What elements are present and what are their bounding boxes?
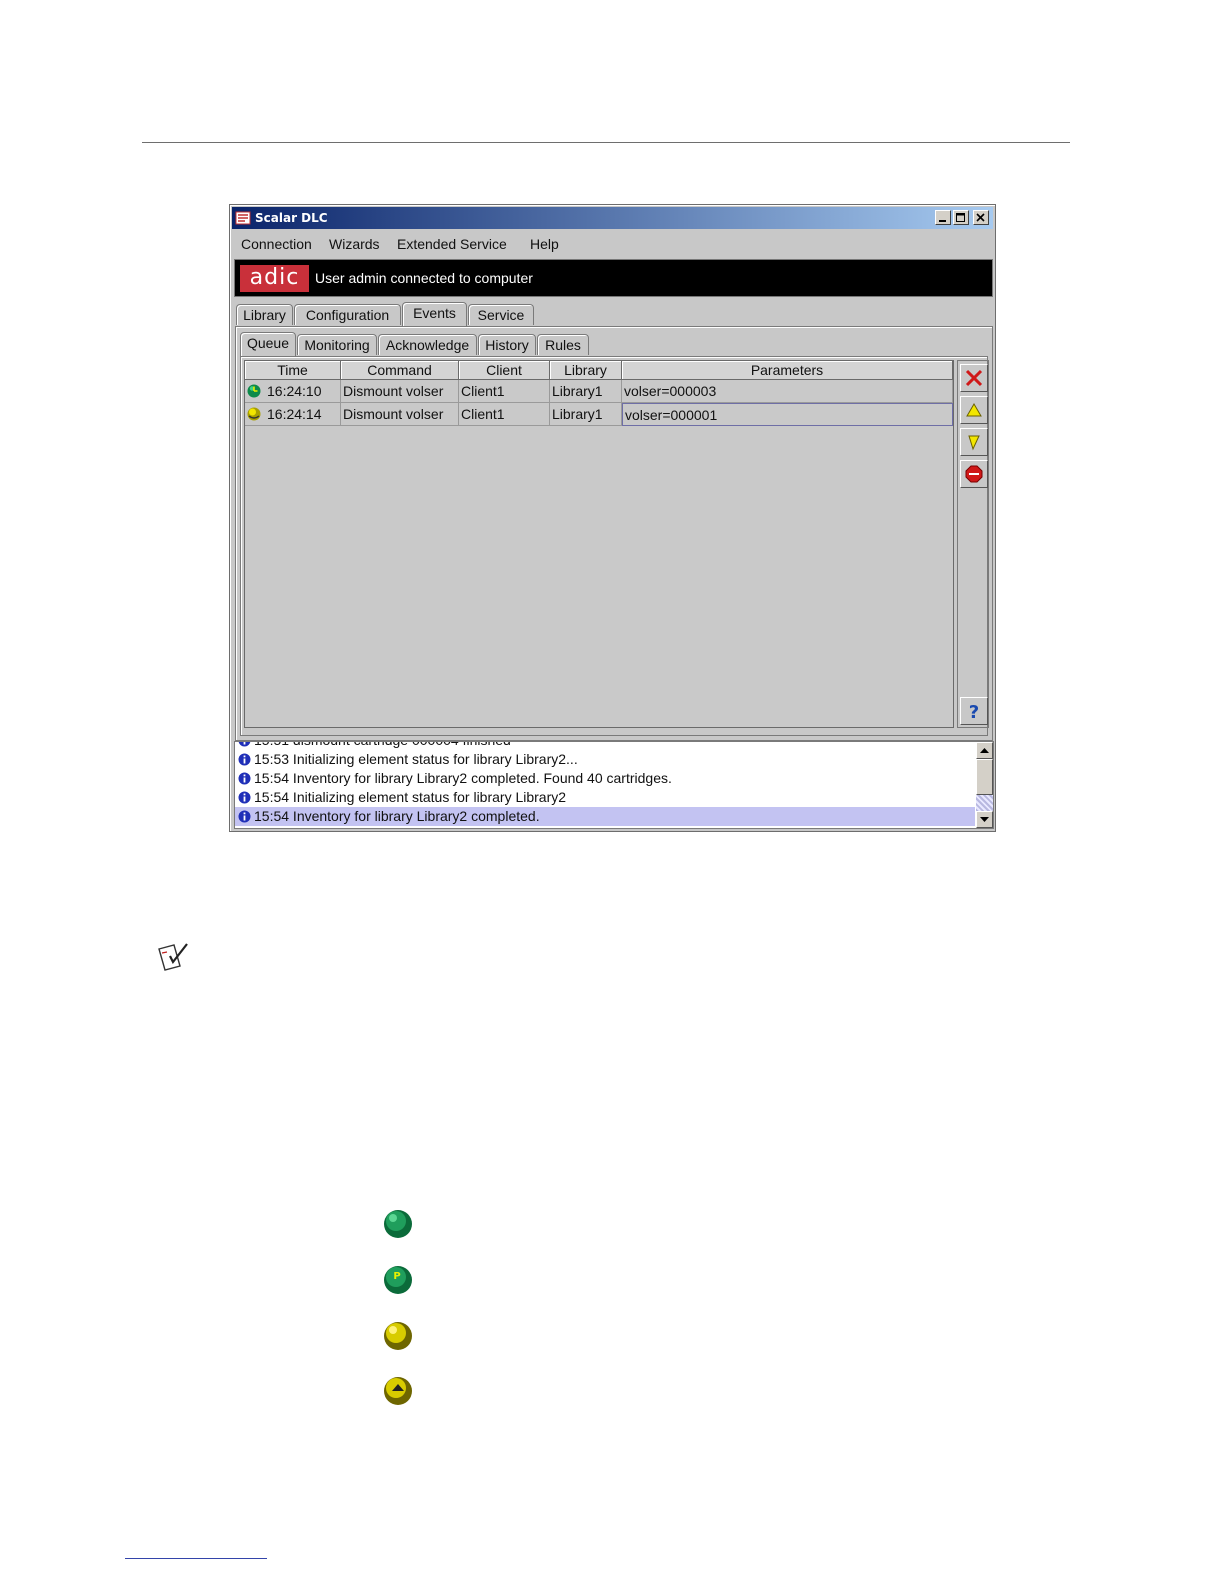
queue-table: Time Command Client Library Parameters 1… [244, 360, 954, 728]
log-text: 15:53 Initializing element status for li… [254, 751, 578, 767]
tab-events[interactable]: Events [402, 302, 467, 326]
menu-connection[interactable]: Connection [241, 236, 312, 252]
stop-button[interactable] [960, 460, 988, 488]
log-text: 15:51 dismount cartridge 000004 finished [254, 742, 511, 750]
column-header-time[interactable]: Time [245, 361, 341, 380]
log-line: 15:53 Initializing element status for li… [235, 750, 975, 769]
info-icon [238, 772, 251, 785]
scroll-track[interactable] [976, 795, 993, 811]
priority-up-button[interactable] [960, 396, 988, 424]
close-icon [976, 213, 985, 222]
yellow-ball-arrow-icon [384, 1377, 412, 1405]
events-panel: Queue Monitoring Acknowledge History Rul… [235, 326, 993, 741]
note-icon [158, 943, 188, 971]
tab-acknowledge[interactable]: Acknowledge [378, 334, 477, 355]
info-icon [238, 753, 251, 766]
menu-extended-service[interactable]: Extended Service [397, 236, 507, 252]
menu-help[interactable]: Help [530, 236, 559, 252]
svg-text:?: ? [969, 702, 979, 720]
yellow-ball-icon [384, 1322, 412, 1350]
stop-icon [965, 465, 983, 483]
column-header-parameters[interactable]: Parameters [622, 361, 953, 380]
minimize-button[interactable] [935, 210, 951, 225]
cell-parameters: volser=000003 [622, 380, 953, 403]
main-tabs: Library Configuration Events Service [236, 302, 536, 326]
app-icon [235, 211, 251, 225]
scroll-down-button[interactable] [976, 811, 993, 828]
green-running-icon [247, 384, 261, 398]
adic-logo: adic [240, 265, 309, 292]
green-ball-icon [384, 1210, 412, 1238]
tab-history[interactable]: History [478, 334, 536, 355]
maximize-icon [956, 213, 965, 222]
log-line: 15:54 Inventory for library Library2 com… [235, 807, 975, 826]
yellow-waiting-icon [247, 407, 261, 421]
priority-down-button[interactable] [960, 428, 988, 456]
connection-status: User admin connected to computer [315, 270, 533, 286]
log-scrollbar[interactable] [976, 742, 993, 828]
column-header-client[interactable]: Client [459, 361, 550, 380]
log-text: 15:54 Inventory for library Library2 com… [254, 808, 540, 824]
window-title: Scalar DLC [255, 211, 328, 225]
cell-time: 16:24:14 [245, 403, 341, 426]
scroll-up-button[interactable] [976, 742, 993, 759]
tab-rules[interactable]: Rules [537, 334, 589, 355]
events-sub-tabs: Queue Monitoring Acknowledge History Rul… [240, 332, 600, 356]
help-icon: ? [969, 702, 979, 720]
priority-down-icon [968, 435, 980, 451]
scalar-dlc-window: Scalar DLC Connection Wizards Extended S… [229, 204, 996, 832]
cell-library: Library1 [550, 380, 622, 403]
svg-text:P: P [393, 1271, 400, 1282]
scroll-thumb[interactable] [976, 759, 993, 795]
page-header-rule [142, 142, 1070, 143]
close-button[interactable] [973, 210, 989, 225]
help-button[interactable]: ? [960, 697, 988, 725]
maximize-button[interactable] [953, 210, 969, 225]
tab-monitoring[interactable]: Monitoring [297, 334, 377, 355]
event-log[interactable]: 15:51 dismount cartridge 000004 finished… [234, 741, 994, 829]
log-text: 15:54 Inventory for library Library2 com… [254, 770, 672, 786]
table-row[interactable]: 16:24:14 Dismount volser Client1 Library… [245, 403, 953, 426]
cell-command: Dismount volser [341, 403, 459, 426]
connection-banner: adic User admin connected to computer [234, 259, 993, 297]
arrow-down-icon [980, 817, 989, 822]
delete-button[interactable] [960, 364, 988, 392]
cell-time: 16:24:10 [245, 380, 341, 403]
queue-actions: ? [957, 360, 989, 728]
cell-client: Client1 [459, 380, 550, 403]
info-icon [238, 791, 251, 804]
info-icon [238, 742, 251, 747]
tab-library[interactable]: Library [236, 304, 293, 325]
cell-time-text: 16:24:14 [267, 406, 322, 422]
tab-service[interactable]: Service [468, 304, 534, 325]
log-text: 15:54 Initializing element status for li… [254, 789, 567, 805]
log-line: 15:51 dismount cartridge 000004 finished [235, 742, 975, 750]
menu-wizards[interactable]: Wizards [329, 236, 380, 252]
tab-queue[interactable]: Queue [240, 332, 296, 356]
queue-panel: Time Command Client Library Parameters 1… [240, 356, 989, 736]
menu-bar: Connection Wizards Extended Service Help [232, 232, 993, 256]
table-row[interactable]: 16:24:10 Dismount volser Client1 Library… [245, 380, 953, 403]
column-header-library[interactable]: Library [550, 361, 622, 380]
tab-configuration[interactable]: Configuration [294, 304, 401, 325]
delete-icon [965, 369, 983, 387]
info-icon [238, 810, 251, 823]
minimize-icon [939, 220, 946, 222]
cell-client: Client1 [459, 403, 550, 426]
table-header: Time Command Client Library Parameters [245, 361, 953, 380]
title-bar[interactable]: Scalar DLC [232, 207, 993, 229]
log-line: 15:54 Inventory for library Library2 com… [235, 769, 975, 788]
log-line: 15:54 Initializing element status for li… [235, 788, 975, 807]
cell-time-text: 16:24:10 [267, 383, 322, 399]
green-ball-p-icon: P [384, 1266, 412, 1294]
cell-library: Library1 [550, 403, 622, 426]
column-header-command[interactable]: Command [341, 361, 459, 380]
priority-up-icon [966, 403, 982, 417]
arrow-up-icon [980, 748, 989, 753]
cell-command: Dismount volser [341, 380, 459, 403]
footnote-rule [125, 1558, 267, 1559]
cell-parameters: volser=000001 [622, 403, 953, 426]
